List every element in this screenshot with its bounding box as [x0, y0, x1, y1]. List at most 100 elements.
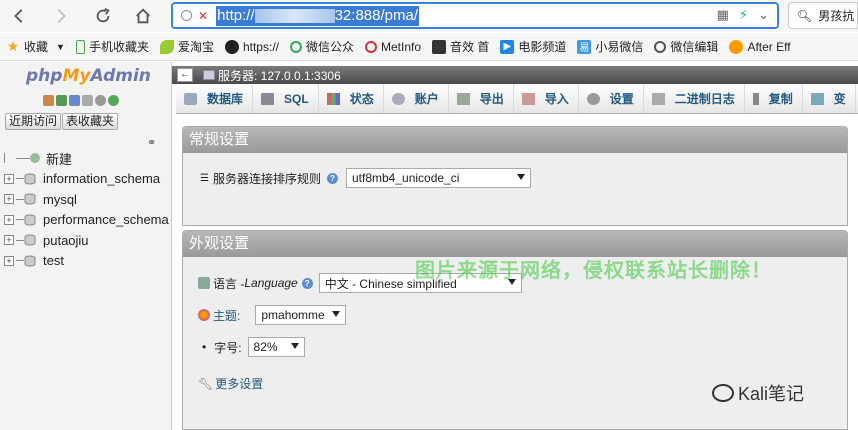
top-tabs: 数据库 SQL 状态 账户 导出 导入 设置 二进制日志 复制 变	[176, 84, 858, 114]
settings-icon[interactable]	[95, 95, 106, 106]
tree-item-db[interactable]: + information_schema	[4, 169, 169, 190]
home-icon[interactable]	[43, 95, 54, 106]
new-db-icon	[30, 153, 40, 164]
expand-icon[interactable]: +	[4, 255, 14, 266]
collation-select[interactable]: utf8mb4_unicode_ci	[345, 168, 531, 188]
exit-icon[interactable]	[56, 95, 67, 106]
xiaoyi-icon: 易	[577, 39, 592, 54]
site-info-icon[interactable]	[181, 10, 192, 21]
chevron-down-icon	[290, 343, 299, 349]
more-settings-link[interactable]: 更多设置	[215, 375, 263, 392]
reload-icon[interactable]	[108, 95, 119, 106]
expand-icon[interactable]: +	[4, 235, 14, 246]
search-icon: 🔍︎	[797, 8, 813, 23]
play-icon: ▶	[500, 39, 515, 54]
fontsize-select[interactable]: 82%	[247, 337, 305, 357]
theme-row: 主题: pmahomme	[198, 305, 347, 325]
bookmark-wechat-mp[interactable]: 微信公众	[290, 38, 354, 55]
bookmark-mobile[interactable]: 手机收藏夹	[75, 38, 149, 55]
server-breadcrumb: ← 服务器: 127.0.0.1:3306	[172, 66, 858, 84]
sound-icon	[432, 39, 447, 54]
bookmark-github[interactable]: https://	[224, 39, 279, 54]
insecure-icon: ✕	[198, 8, 209, 23]
bullet-icon: •	[202, 340, 207, 354]
export-icon	[456, 92, 470, 105]
server-link[interactable]: 服务器: 127.0.0.1:3306	[218, 67, 341, 84]
leaf-icon	[159, 39, 174, 54]
flame-icon	[729, 39, 744, 54]
database-icon	[24, 214, 36, 226]
theme-link[interactable]: 主题:	[213, 307, 240, 324]
help-icon[interactable]: ?	[301, 277, 313, 289]
home-button[interactable]	[128, 1, 158, 31]
recent-button[interactable]: 近期访问	[5, 113, 62, 130]
phpmyadmin-logo[interactable]: phpMyAdmin	[26, 66, 151, 86]
tab-binlog[interactable]: 二进制日志	[644, 84, 745, 113]
reload-button[interactable]	[88, 1, 118, 31]
phone-icon	[75, 39, 85, 54]
collation-row: ☰ 服务器连接排序规则 ? utf8mb4_unicode_ci	[200, 168, 531, 188]
circle-icon	[290, 40, 302, 53]
database-icon	[24, 193, 36, 205]
panel-title: 常规设置	[183, 127, 847, 153]
tab-variables[interactable]: 变	[803, 84, 856, 113]
bookmark-after-effects[interactable]: After Eff	[729, 39, 791, 54]
back-button[interactable]	[4, 1, 34, 31]
palette-icon	[198, 309, 210, 321]
collapse-nav-button[interactable]: ←	[177, 68, 193, 82]
tab-status[interactable]: 状态	[319, 84, 384, 113]
bookmarks-bar: ★ 收藏 ▼ 手机收藏夹 爱淘宝 https:// 微信公众 MetInfo 音效 …	[0, 33, 858, 61]
help-icon[interactable]: ?	[326, 172, 338, 184]
favorites-button[interactable]: 表收藏夹	[62, 113, 119, 130]
bookmark-favorites[interactable]: ★ 收藏 ▼	[6, 38, 65, 55]
brand-watermark: Kali笔记	[712, 380, 804, 406]
bookmark-movies[interactable]: ▶ 电影频道	[500, 38, 566, 55]
tree-item-db[interactable]: + mysql	[4, 189, 169, 210]
tree-item-db[interactable]: + test	[4, 251, 169, 272]
editor-icon	[654, 40, 667, 53]
expand-icon[interactable]: +	[4, 194, 14, 205]
bolt-icon[interactable]: ⚡	[739, 7, 748, 23]
main-content: ← 服务器: 127.0.0.1:3306 数据库 SQL 状态 账户 导出 导…	[172, 62, 858, 430]
url-redacted	[254, 8, 335, 23]
chevron-down-icon	[332, 311, 341, 317]
replication-icon	[752, 92, 759, 105]
expand-icon[interactable]: +	[4, 173, 14, 184]
tab-settings[interactable]: 设置	[579, 84, 644, 113]
tab-sql[interactable]: SQL	[253, 84, 319, 113]
bookmark-xiaoyi[interactable]: 易小易微信	[577, 38, 643, 55]
forward-button[interactable]	[46, 1, 76, 31]
tree-item-new[interactable]: 新建	[4, 148, 169, 169]
qr-icon[interactable]: ▦	[717, 7, 729, 23]
url-text[interactable]: http://32:888/pma/	[216, 5, 419, 26]
tree-item-db[interactable]: + performance_schema	[4, 210, 169, 231]
list-icon: ☰	[200, 172, 209, 184]
address-bar[interactable]: ✕ http://32:888/pma/ ▦ ⚡ ⌄	[171, 2, 779, 29]
users-icon	[391, 92, 405, 105]
github-icon	[224, 39, 239, 54]
docs-icon[interactable]	[69, 95, 80, 106]
bookmark-sound[interactable]: 音效 首	[432, 38, 489, 55]
bookmark-wechat-editor[interactable]: 微信编辑	[654, 38, 718, 55]
database-tree: 新建 + information_schema + mysql + performan…	[4, 148, 169, 271]
bookmark-metinfo[interactable]: MetInfo	[365, 40, 421, 54]
tab-replication[interactable]: 复制	[745, 84, 803, 113]
tab-databases[interactable]: 数据库	[176, 84, 254, 113]
chevron-down-icon[interactable]: ⌄	[758, 7, 769, 23]
tab-accounts[interactable]: 账户	[384, 84, 449, 113]
sql-icon	[261, 92, 275, 105]
tab-export[interactable]: 导出	[449, 84, 514, 113]
variables-icon	[810, 92, 824, 105]
wrench-icon	[586, 92, 600, 105]
browser-search-input[interactable]: 🔍︎ 男孩抗	[788, 2, 858, 29]
tree-item-db[interactable]: + putaojiu	[4, 230, 169, 251]
server-icon	[203, 70, 215, 80]
fontsize-row: • 字号: 82%	[202, 337, 305, 357]
bookmark-taobao[interactable]: 爱淘宝	[159, 38, 214, 55]
sql-docs-icon[interactable]	[82, 95, 93, 106]
theme-select[interactable]: pmahomme	[255, 305, 347, 325]
expand-icon[interactable]: +	[4, 214, 14, 225]
import-icon	[521, 92, 535, 105]
more-settings-row: 🔧︎ 更多设置	[198, 375, 263, 392]
tab-import[interactable]: 导入	[514, 84, 579, 113]
